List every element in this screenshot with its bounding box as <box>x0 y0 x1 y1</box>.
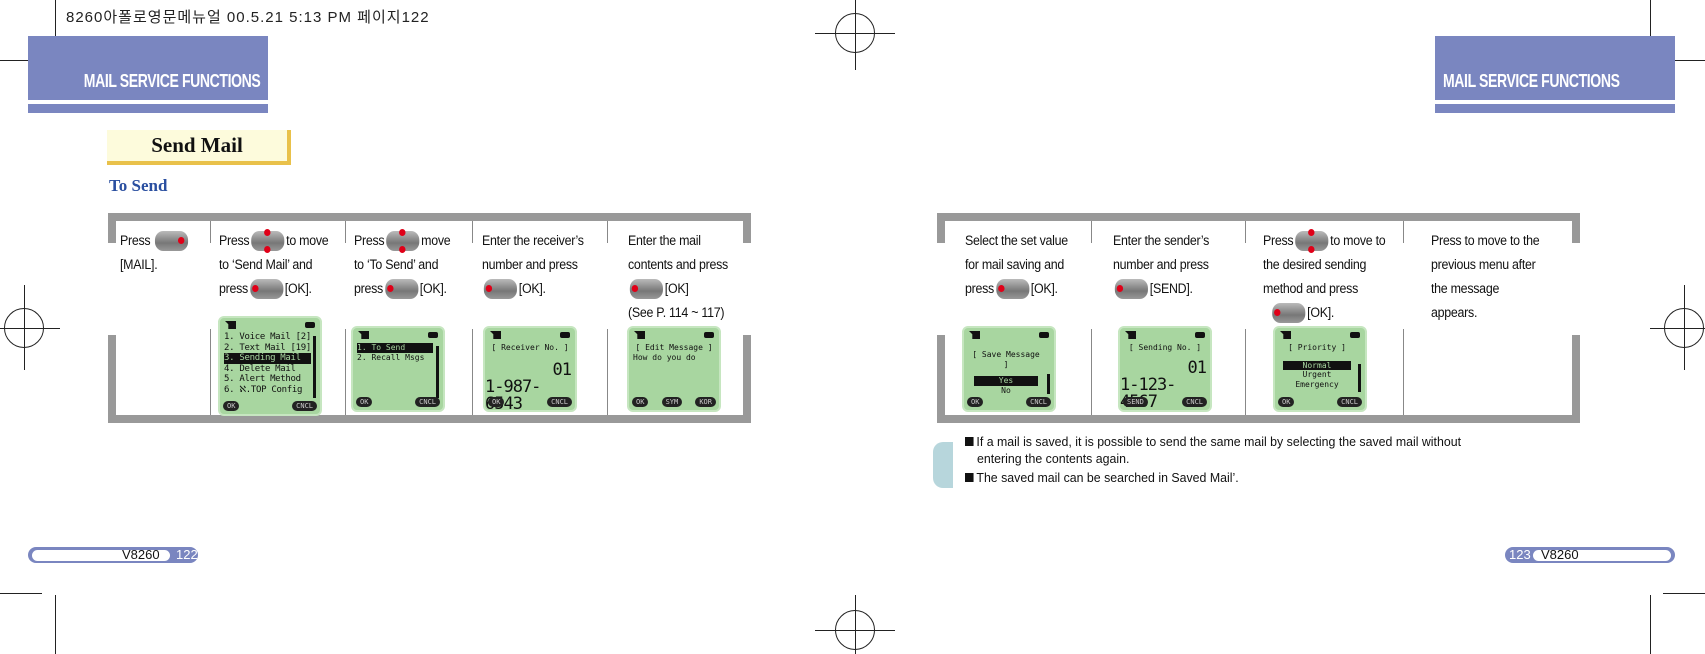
navigation-key-icon <box>1295 229 1329 254</box>
navigation-key-icon <box>1272 303 1306 324</box>
navigation-key-icon <box>629 279 663 300</box>
section-band-right: MAIL SERVICE FUNCTIONS <box>1435 36 1675 100</box>
note-1-cont: entering the contents again. <box>977 451 1130 466</box>
navigation-key-icon <box>251 229 285 254</box>
lcd-priority: [ Priority ] Normal Urgent Emergency OK CN… <box>1273 326 1367 412</box>
crop-mark <box>815 33 895 34</box>
model-label: V8260 <box>1541 547 1579 562</box>
crop-mark <box>815 630 895 631</box>
section-stripe <box>28 104 268 113</box>
navigation-key-icon <box>249 279 283 300</box>
step-3: Press move to ‘To Send’ and press [OK]. <box>354 229 451 301</box>
navigation-key-icon <box>1114 279 1148 300</box>
step-4: Enter the receiver’s number and press [O… <box>482 229 584 301</box>
bullet-icon <box>965 473 974 482</box>
signal-icon <box>358 331 369 339</box>
crop-mark <box>855 595 856 654</box>
footer-left: V8260 122 <box>28 547 198 563</box>
battery-icon <box>305 322 315 328</box>
signal-icon <box>1125 331 1136 339</box>
section-title: MAIL SERVICE FUNCTIONS <box>1443 71 1620 91</box>
page-number: 122 <box>176 547 198 562</box>
battery-icon <box>560 332 570 338</box>
bullet-icon <box>965 437 974 446</box>
crop-mark <box>55 595 56 654</box>
navigation-key-icon <box>155 231 189 252</box>
step-8: Press to move to the desired sending metho… <box>1263 229 1386 325</box>
model-label: V8260 <box>122 547 160 562</box>
scrollbar <box>313 336 316 398</box>
lcd-receiver-number: [ Receiver No. ] 01 1-987-6543 OKCNCL <box>483 326 577 412</box>
crop-mark <box>1650 328 1705 329</box>
section-stripe <box>1435 104 1675 113</box>
section-title: MAIL SERVICE FUNCTIONS <box>83 71 260 91</box>
crop-mark <box>855 0 856 70</box>
step-2: Press to move to ‘Send Mail’ and press [OK… <box>219 229 329 301</box>
navigation-key-icon <box>483 279 517 300</box>
lcd-mail-menu: 1. Voice Mail [2] 2. Text Mail [19] 3. Se… <box>218 316 322 416</box>
crop-mark <box>1663 593 1705 594</box>
navigation-key-icon <box>384 279 418 300</box>
note-2: The saved mail can be searched in Saved … <box>965 470 1239 486</box>
step-5: Enter the mail contents and press [OK] (… <box>628 233 728 320</box>
footer-right: 123 V8260 <box>1505 547 1675 563</box>
signal-icon <box>634 331 645 339</box>
lcd-save-message: [ Save Message ] Yes No OK CNCL <box>962 326 1056 412</box>
lcd-send-menu: 1. To Send 2. Recall Msgs OK CNCL <box>351 326 445 412</box>
crop-mark <box>0 593 42 594</box>
battery-icon <box>1195 332 1205 338</box>
signal-icon <box>225 321 236 329</box>
step-6: Select the set value for mail saving and … <box>965 229 1068 301</box>
battery-icon <box>704 332 714 338</box>
page-number: 123 <box>1509 547 1531 562</box>
note-1: If a mail is saved, it is possible to se… <box>965 434 1461 450</box>
step-7: Enter the sender’s number and press [SEND… <box>1113 229 1209 301</box>
crop-mark <box>1650 595 1651 654</box>
step-9: Press to move to the previous menu after … <box>1431 233 1540 320</box>
navigation-key-icon <box>386 229 420 254</box>
battery-icon <box>1350 332 1360 338</box>
crop-mark <box>0 328 60 329</box>
signal-icon <box>969 331 980 339</box>
lcd-edit-message: [ Edit Message ] How do you do OK SYM KOR <box>627 326 721 412</box>
note-marker <box>933 442 953 488</box>
print-header: 8260아폴로영문메뉴얼 00.5.21 5:13 PM 페이지122 <box>66 9 430 26</box>
section-band-left: MAIL SERVICE FUNCTIONS <box>28 36 268 100</box>
signal-icon <box>1280 331 1291 339</box>
battery-icon <box>1039 332 1049 338</box>
step-1: Press [MAIL]. <box>120 229 190 277</box>
scrollbar <box>436 346 439 398</box>
lcd-sending-number: [ Sending No. ] 01 1-123-4567 SENDCNCL <box>1118 326 1212 412</box>
signal-icon <box>490 331 501 339</box>
page-heading: Send Mail <box>107 130 291 165</box>
subheading: To Send <box>109 176 168 195</box>
battery-icon <box>428 332 438 338</box>
navigation-key-icon <box>995 279 1029 300</box>
